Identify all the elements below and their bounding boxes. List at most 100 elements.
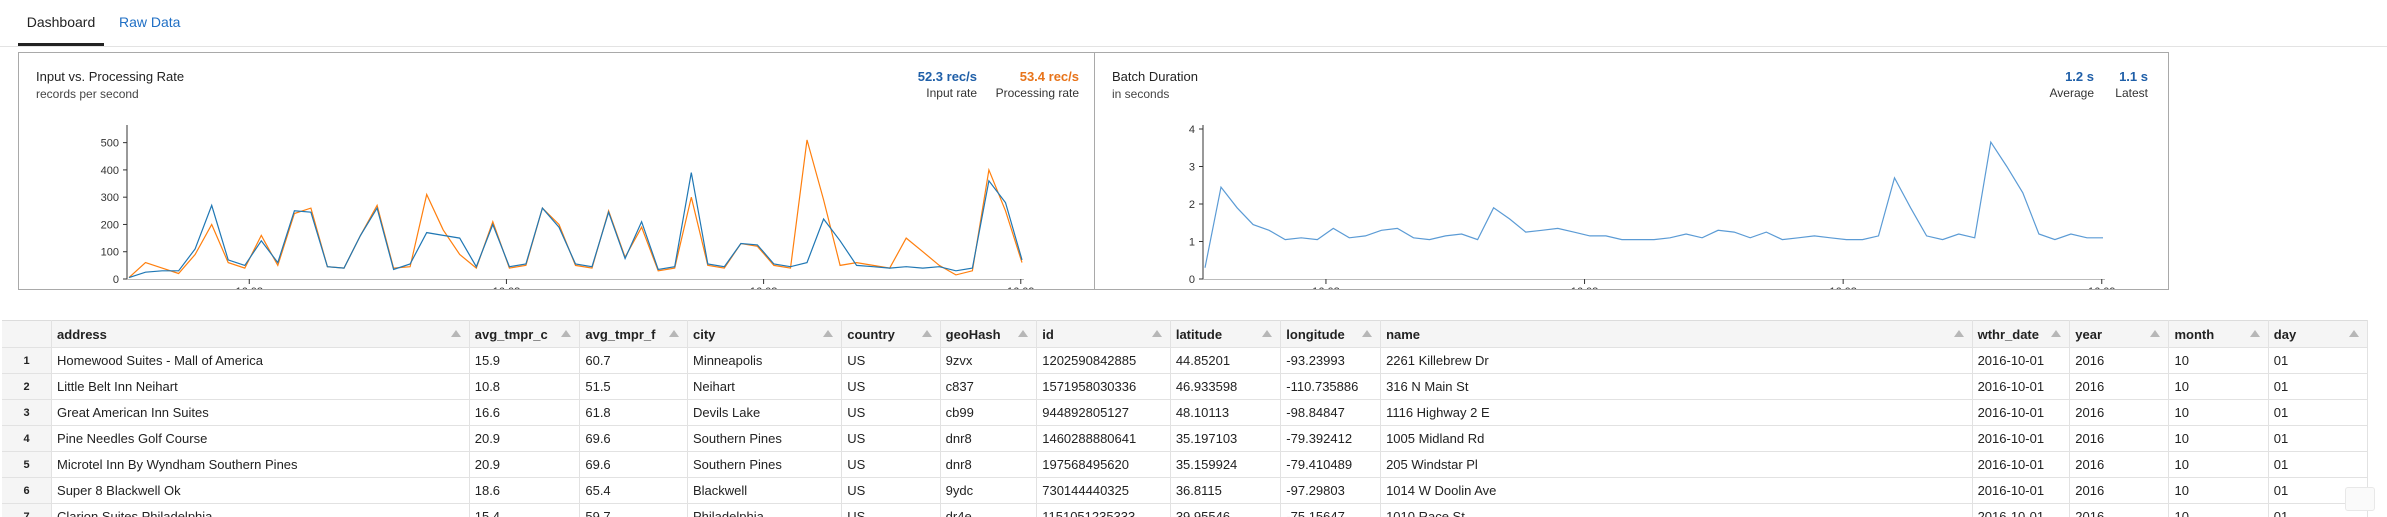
y-tick-label: 4 bbox=[1189, 124, 1195, 136]
column-header-month[interactable]: month bbox=[2168, 320, 2269, 348]
cell-city: Philadelphia bbox=[687, 503, 843, 517]
cell-city: Neihart bbox=[687, 373, 843, 400]
cell-country: US bbox=[841, 347, 941, 374]
row-number-header bbox=[2, 320, 53, 348]
cell-year: 2016 bbox=[2069, 503, 2170, 517]
sort-arrow-icon[interactable] bbox=[1953, 330, 1964, 337]
sort-arrow-icon[interactable] bbox=[2150, 330, 2161, 337]
batch-duration-chart: 0123416:08Jul 2216:0816:0816:09 bbox=[1189, 124, 2116, 289]
table-row: 4 Pine Needles Golf Course 20.9 69.6 Souther… bbox=[2, 425, 2368, 452]
cell-avg_tmpr_f: 69.6 bbox=[579, 425, 688, 452]
copy-icon[interactable] bbox=[2345, 487, 2375, 511]
column-header-id[interactable]: id bbox=[1036, 320, 1171, 348]
cell-avg_tmpr_f: 60.7 bbox=[579, 347, 688, 374]
column-header-label: avg_tmpr_f bbox=[585, 326, 656, 342]
cell-month: 10 bbox=[2168, 399, 2269, 426]
cell-longitude: -110.735886 bbox=[1280, 373, 1382, 400]
cell-geohash: dnr8 bbox=[940, 451, 1038, 478]
cell-geohash: dnr8 bbox=[940, 425, 1038, 452]
row-number: 6 bbox=[2, 477, 53, 504]
cell-name: 1116 Highway 2 E bbox=[1380, 399, 1973, 426]
cell-latitude: 36.8115 bbox=[1170, 477, 1282, 504]
y-tick-label: 100 bbox=[101, 247, 119, 259]
column-header-wthr_date[interactable]: wthr_date bbox=[1972, 320, 2071, 348]
sort-arrow-icon[interactable] bbox=[1018, 330, 1029, 337]
cell-geohash: dr4e bbox=[940, 503, 1038, 517]
cell-city: Blackwell bbox=[687, 477, 843, 504]
tab-bar: Dashboard Raw Data bbox=[0, 0, 2387, 47]
sort-arrow-icon[interactable] bbox=[1362, 330, 1373, 337]
cell-wthr_date: 2016-10-01 bbox=[1972, 373, 2071, 400]
sort-arrow-icon[interactable] bbox=[823, 330, 834, 337]
cell-address: Super 8 Blackwell Ok bbox=[51, 477, 470, 504]
row-number: 5 bbox=[2, 451, 53, 478]
cell-longitude: -75.15647 bbox=[1280, 503, 1382, 517]
column-header-year[interactable]: year bbox=[2069, 320, 2170, 348]
column-header-day[interactable]: day bbox=[2268, 320, 2368, 348]
tab-raw-data[interactable]: Raw Data bbox=[119, 14, 180, 30]
table-row: 1 Homewood Suites - Mall of America 15.9 60… bbox=[2, 347, 2368, 374]
series-line-1 bbox=[1204, 140, 2103, 268]
column-header-avg_tmpr_c[interactable]: avg_tmpr_c bbox=[469, 320, 581, 348]
cell-name: 205 Windstar Pl bbox=[1380, 451, 1973, 478]
raw-data-table-container: address avg_tmpr_c avg_tmpr_f city country ge… bbox=[2, 320, 2368, 517]
x-tick-label: 16:08 bbox=[235, 286, 263, 289]
cell-avg_tmpr_c: 15.4 bbox=[469, 503, 581, 517]
sort-arrow-icon[interactable] bbox=[668, 330, 679, 337]
x-tick-label: 16:09 bbox=[2088, 286, 2116, 289]
cell-latitude: 35.197103 bbox=[1170, 425, 1282, 452]
column-header-longitude[interactable]: longitude bbox=[1280, 320, 1382, 348]
cell-year: 2016 bbox=[2069, 347, 2170, 374]
column-header-geohash[interactable]: geoHash bbox=[940, 320, 1038, 348]
cell-longitude: -79.392412 bbox=[1280, 425, 1382, 452]
y-tick-label: 2 bbox=[1189, 199, 1195, 211]
table-header-row: address avg_tmpr_c avg_tmpr_f city country ge… bbox=[2, 320, 2368, 348]
tab-dashboard[interactable]: Dashboard bbox=[18, 14, 104, 46]
cell-latitude: 48.10113 bbox=[1170, 399, 1282, 426]
cell-name: 1005 Midland Rd bbox=[1380, 425, 1973, 452]
cell-id: 197568495620 bbox=[1036, 451, 1171, 478]
cell-year: 2016 bbox=[2069, 425, 2170, 452]
cell-wthr_date: 2016-10-01 bbox=[1972, 347, 2071, 374]
table-row: 7 Clarion Suites Philadelphia 15.4 59.7 Phil… bbox=[2, 503, 2368, 517]
row-number: 2 bbox=[2, 373, 53, 400]
cell-country: US bbox=[841, 451, 941, 478]
row-number: 1 bbox=[2, 347, 53, 374]
column-header-avg_tmpr_f[interactable]: avg_tmpr_f bbox=[579, 320, 688, 348]
column-header-name[interactable]: name bbox=[1380, 320, 1973, 348]
y-tick-label: 200 bbox=[101, 219, 119, 231]
row-number: 3 bbox=[2, 399, 53, 426]
column-header-label: year bbox=[2075, 326, 2103, 342]
y-tick-label: 500 bbox=[101, 138, 119, 150]
cell-address: Homewood Suites - Mall of America bbox=[51, 347, 470, 374]
sort-arrow-icon[interactable] bbox=[2349, 330, 2359, 337]
row-number: 4 bbox=[2, 425, 53, 452]
cell-latitude: 44.85201 bbox=[1170, 347, 1282, 374]
x-tick-label: 16:09 bbox=[1007, 286, 1035, 289]
y-tick-label: 3 bbox=[1189, 162, 1195, 174]
cell-name: 316 N Main St bbox=[1380, 373, 1973, 400]
column-header-city[interactable]: city bbox=[687, 320, 843, 348]
column-header-latitude[interactable]: latitude bbox=[1170, 320, 1282, 348]
column-header-label: avg_tmpr_c bbox=[474, 326, 548, 342]
batch-duration-panel: Batch Duration in seconds 1.2 s Average … bbox=[1094, 52, 2169, 290]
column-header-country[interactable]: country bbox=[841, 320, 941, 348]
column-header-address[interactable]: address bbox=[51, 320, 470, 348]
sort-arrow-icon[interactable] bbox=[561, 330, 572, 337]
cell-id: 1460288880641 bbox=[1036, 425, 1171, 452]
sort-arrow-icon[interactable] bbox=[921, 330, 932, 337]
cell-id: 1571958030336 bbox=[1036, 373, 1171, 400]
table-row: 5 Microtel Inn By Wyndham Southern Pines 2… bbox=[2, 451, 2368, 478]
sort-arrow-icon[interactable] bbox=[1262, 330, 1273, 337]
cell-avg_tmpr_f: 65.4 bbox=[579, 477, 688, 504]
cell-month: 10 bbox=[2168, 451, 2269, 478]
cell-avg_tmpr_f: 69.6 bbox=[579, 451, 688, 478]
sort-arrow-icon[interactable] bbox=[450, 330, 461, 337]
cell-address: Microtel Inn By Wyndham Southern Pines bbox=[51, 451, 470, 478]
sort-arrow-icon[interactable] bbox=[2249, 330, 2260, 337]
cell-longitude: -98.84847 bbox=[1280, 399, 1382, 426]
sort-arrow-icon[interactable] bbox=[2051, 330, 2062, 337]
cell-avg_tmpr_f: 61.8 bbox=[579, 399, 688, 426]
sort-arrow-icon[interactable] bbox=[1151, 330, 1162, 337]
series-line-2 bbox=[128, 172, 1023, 279]
